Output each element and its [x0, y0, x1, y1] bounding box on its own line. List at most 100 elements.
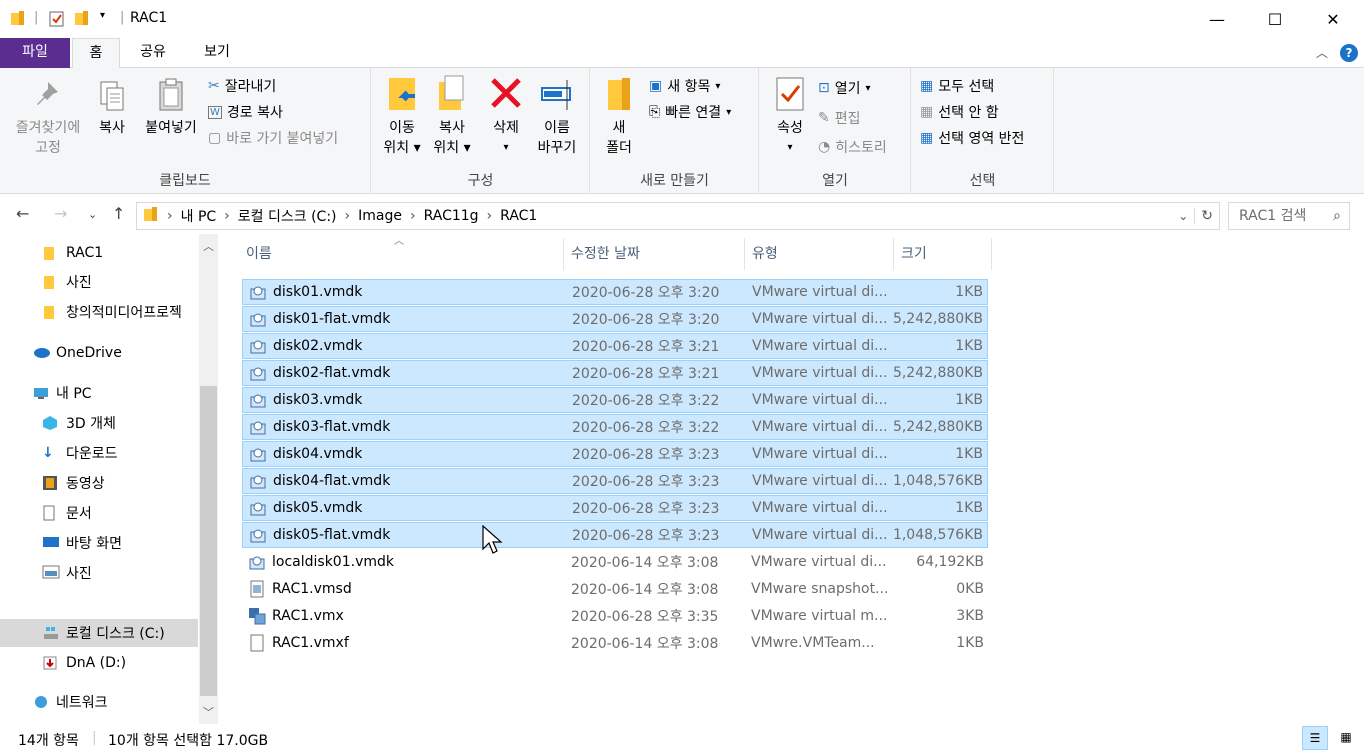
column-name[interactable]: 이름	[240, 238, 564, 270]
cut-button[interactable]: ✂ 잘라내기	[208, 76, 276, 96]
file-row[interactable]: disk01-flat.vmdk 2020-06-28 오후 3:20 VMware…	[242, 306, 988, 332]
chevron-down-icon: ▾	[787, 142, 793, 153]
window-title: RAC1	[130, 10, 168, 26]
breadcrumb-pc[interactable]: 내 PC	[175, 206, 223, 226]
file-row[interactable]: disk05.vmdk 2020-06-28 오후 3:23 VMware virt…	[242, 495, 988, 521]
history-button[interactable]: ◔ 히스토리	[818, 137, 887, 157]
file-row[interactable]: disk02.vmdk 2020-06-28 오후 3:21 VMware virt…	[242, 333, 988, 359]
chevron-up-icon[interactable]: ︿	[1316, 44, 1328, 61]
nav-item-documents[interactable]: 문서	[0, 499, 198, 527]
pin-to-quick-access-button[interactable]: 즐겨찾기에 고정	[6, 74, 90, 158]
nav-label: 다운로드	[66, 446, 118, 462]
forward-icon[interactable]: →	[54, 204, 67, 223]
invert-selection-button[interactable]: ▦ 선택 영역 반전	[920, 128, 1024, 148]
nav-item-videos[interactable]: 동영상	[0, 469, 198, 497]
breadcrumb-rac1[interactable]: RAC1	[494, 208, 543, 224]
tab-view[interactable]: 보기	[190, 38, 244, 68]
vmdk-file-icon	[249, 391, 267, 409]
nav-item-dna-d[interactable]: DnA (D:)	[0, 649, 198, 677]
file-size: 1KB	[955, 392, 983, 408]
copy-path-button[interactable]: W 경로 복사	[208, 102, 283, 122]
new-group-label: 새로 만들기	[640, 173, 709, 189]
minimize-button[interactable]: —	[1188, 0, 1246, 38]
file-row[interactable]: disk03-flat.vmdk 2020-06-28 오후 3:22 VMware…	[242, 414, 988, 440]
film-icon	[42, 475, 60, 491]
back-icon[interactable]: ←	[16, 204, 29, 223]
file-row[interactable]: disk02-flat.vmdk 2020-06-28 오후 3:21 VMware…	[242, 360, 988, 386]
nav-item-network[interactable]: 네트워크	[0, 688, 198, 716]
vmsd-file-icon	[248, 580, 266, 598]
properties-button[interactable]: 속성 ▾	[768, 74, 812, 158]
file-row[interactable]: disk04-flat.vmdk 2020-06-28 오후 3:23 VMware…	[242, 468, 988, 494]
close-button[interactable]: ✕	[1304, 0, 1362, 38]
rename-button[interactable]: 이름 바꾸기	[532, 74, 582, 158]
properties-quick-icon[interactable]	[48, 10, 66, 32]
history-icon: ◔	[818, 139, 831, 155]
scrollbar-thumb[interactable]	[200, 386, 217, 696]
nav-item-3d-objects[interactable]: 3D 개체	[0, 409, 198, 437]
paste-shortcut-button[interactable]: ▢ 바로 가기 붙여넣기	[208, 128, 338, 148]
column-date[interactable]: 수정한 날짜	[565, 238, 745, 270]
open-button[interactable]: ⊡ 열기 ▾	[818, 78, 871, 98]
scroll-up-icon[interactable]: ︿	[203, 238, 214, 254]
nav-item-creative-media[interactable]: 창의적미디어프로젝	[0, 298, 198, 326]
breadcrumb-local-disk[interactable]: 로컬 디스크 (C:)	[232, 206, 343, 226]
file-row[interactable]: RAC1.vmx 2020-06-28 오후 3:35 VMware virtual…	[242, 603, 988, 629]
file-date: 2020-06-28 오후 3:22	[572, 393, 720, 409]
file-row[interactable]: RAC1.vmxf 2020-06-14 오후 3:08 VMwre.VMTeam.…	[242, 630, 988, 656]
close-icon: ✕	[1326, 9, 1340, 29]
nav-label: RAC1	[66, 245, 104, 261]
refresh-icon[interactable]: ↻	[1194, 208, 1219, 224]
select-all-button[interactable]: ▦ 모두 선택	[920, 76, 994, 96]
invert-selection-icon: ▦	[920, 130, 934, 146]
maximize-button[interactable]: ☐	[1246, 0, 1304, 38]
nav-item-downloads[interactable]: ↓ 다운로드	[0, 439, 198, 467]
column-size[interactable]: 크기	[895, 238, 992, 270]
nav-item-this-pc[interactable]: 내 PC	[0, 379, 198, 407]
tab-share[interactable]: 공유	[126, 38, 180, 68]
nav-item-onedrive[interactable]: OneDrive	[0, 339, 198, 367]
up-icon[interactable]: ↑	[112, 204, 125, 223]
copy-button[interactable]: 복사	[90, 74, 134, 138]
scroll-down-icon[interactable]: ﹀	[203, 704, 214, 720]
tab-file[interactable]: 파일	[0, 38, 70, 68]
nav-item-desktop[interactable]: 바탕 화면	[0, 529, 198, 557]
customize-quick-access-icon[interactable]: ▾	[100, 10, 105, 21]
address-dropdown-icon[interactable]: ⌄	[1172, 209, 1194, 223]
new-folder-label-1: 새	[612, 120, 626, 136]
download-icon: ↓	[42, 445, 54, 461]
file-date: 2020-06-28 오후 3:20	[572, 285, 720, 301]
file-row[interactable]: disk03.vmdk 2020-06-28 오후 3:22 VMware virt…	[242, 387, 988, 413]
details-view-icon[interactable]: ☰	[1302, 726, 1328, 750]
tab-home[interactable]: 홈	[72, 38, 120, 69]
breadcrumb-rac11g[interactable]: RAC11g	[418, 208, 485, 224]
breadcrumb-image[interactable]: Image	[352, 208, 408, 224]
file-row[interactable]: disk01.vmdk 2020-06-28 오후 3:20 VMware virt…	[242, 279, 988, 305]
search-input[interactable]: RAC1 검색 ⌕	[1228, 202, 1350, 230]
large-icons-view-icon[interactable]: ▦	[1334, 726, 1358, 750]
nav-item-local-disk-c[interactable]: 로컬 디스크 (C:)	[0, 619, 198, 647]
file-row[interactable]: RAC1.vmsd 2020-06-14 오후 3:08 VMware snapsh…	[242, 576, 988, 602]
move-to-button[interactable]: 이동 위치 ▾	[380, 74, 424, 158]
address-bar[interactable]: › 내 PC › 로컬 디스크 (C:) › Image › RAC11g › …	[136, 202, 1220, 230]
file-row[interactable]: disk04.vmdk 2020-06-28 오후 3:23 VMware virt…	[242, 441, 988, 467]
nav-item-pictures-folder[interactable]: 사진	[0, 268, 198, 296]
new-folder-button[interactable]: 새 폴더	[597, 74, 641, 158]
file-row[interactable]: disk05-flat.vmdk 2020-06-28 오후 3:23 VMware…	[242, 522, 988, 548]
easy-access-button[interactable]: ⎘ 빠른 연결 ▾	[649, 102, 731, 122]
new-folder-quick-icon[interactable]	[74, 10, 90, 30]
file-size: 1KB	[955, 338, 983, 354]
new-item-button[interactable]: ▣ 새 항목 ▾	[649, 76, 720, 96]
nav-item-pictures[interactable]: 사진	[0, 559, 198, 587]
file-size: 1KB	[955, 446, 983, 462]
copy-to-button[interactable]: 복사 위치 ▾	[430, 74, 474, 158]
recent-locations-icon[interactable]: ⌄	[88, 208, 97, 221]
paste-button[interactable]: 붙여넣기	[138, 74, 204, 138]
nav-item-rac1[interactable]: RAC1	[0, 239, 198, 267]
help-icon[interactable]: ?	[1340, 44, 1358, 62]
select-none-button[interactable]: ▦ 선택 안 함	[920, 102, 999, 122]
file-row[interactable]: localdisk01.vmdk 2020-06-14 오후 3:08 VMware…	[242, 549, 988, 575]
edit-button[interactable]: ✎ 편집	[818, 108, 861, 128]
column-type[interactable]: 유형	[746, 238, 894, 270]
delete-button[interactable]: 삭제 ▾	[484, 74, 528, 158]
